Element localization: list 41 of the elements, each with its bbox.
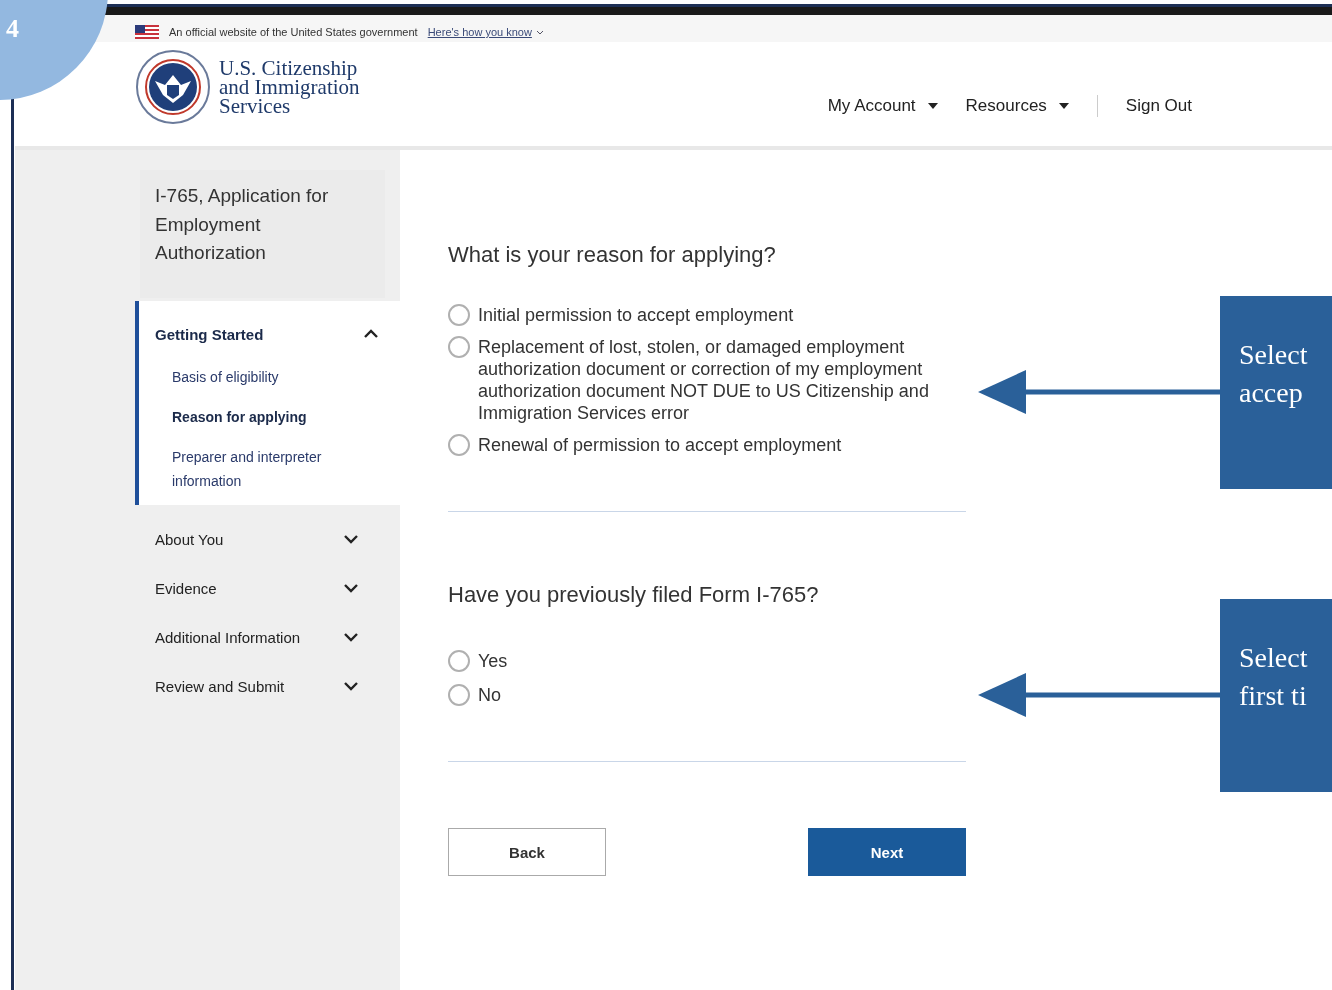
radio-button[interactable]: [448, 336, 470, 358]
radio-button[interactable]: [448, 684, 470, 706]
nav-link[interactable]: Sign Out: [1125, 96, 1192, 116]
chevron-down-icon[interactable]: [343, 632, 359, 642]
section-title[interactable]: About You: [155, 530, 224, 548]
section-title[interactable]: Getting Started: [155, 325, 264, 343]
step-link[interactable]: Basis of eligibility: [172, 365, 342, 389]
flag-icon: [135, 25, 159, 39]
step-link[interactable]: Preparer and interpreter information: [172, 445, 342, 493]
caret-icon[interactable]: [1058, 103, 1069, 109]
how-you-know-link[interactable]: Here's how you know: [427, 26, 544, 38]
option-label[interactable]: Renewal of permission to accept employment: [478, 434, 948, 456]
chevron-down-icon[interactable]: [535, 29, 544, 35]
nav-link[interactable]: My Account: [827, 96, 938, 116]
radio-button[interactable]: [448, 304, 470, 326]
step-link[interactable]: Reason for applying: [172, 405, 342, 429]
option-label[interactable]: Yes: [478, 650, 948, 672]
official-website-text: An official website of the United States government: [169, 26, 418, 38]
callout-text: Select first ti: [1239, 641, 1309, 713]
chevron-down-icon[interactable]: [343, 681, 359, 691]
radio-button[interactable]: [448, 650, 470, 672]
option-label[interactable]: Replacement of lost, stolen, or damaged employment authorization document or correction of my employment authorization document NOT DUE to US Citizenship and Immigration Services error: [478, 336, 948, 424]
chevron-down-icon[interactable]: [343, 534, 359, 544]
radio-button[interactable]: [448, 434, 470, 456]
callout-text: Select accep: [1239, 338, 1309, 410]
question-text: Have you previously filed Form I-765?: [448, 582, 820, 608]
agency-name[interactable]: U.S. Citizenship and Immigration Services: [219, 58, 360, 116]
section-title[interactable]: Review and Submit: [155, 677, 285, 695]
section-title[interactable]: Evidence: [155, 579, 217, 597]
chevron-up-icon[interactable]: [363, 329, 379, 339]
caret-icon[interactable]: [927, 103, 938, 109]
nav-link[interactable]: Resources: [965, 96, 1069, 116]
question-text: What is your reason for applying?: [448, 242, 777, 268]
next-button[interactable]: Next: [808, 828, 966, 876]
section-title[interactable]: Additional Information: [155, 628, 301, 646]
seal-logo-icon: [135, 49, 211, 125]
form-title: I-765, Application for Employment Authorization: [155, 184, 330, 265]
chevron-down-icon[interactable]: [343, 583, 359, 593]
back-button[interactable]: Back: [448, 828, 606, 876]
option-label[interactable]: Initial permission to accept employment: [478, 304, 948, 326]
option-label[interactable]: No: [478, 684, 948, 706]
